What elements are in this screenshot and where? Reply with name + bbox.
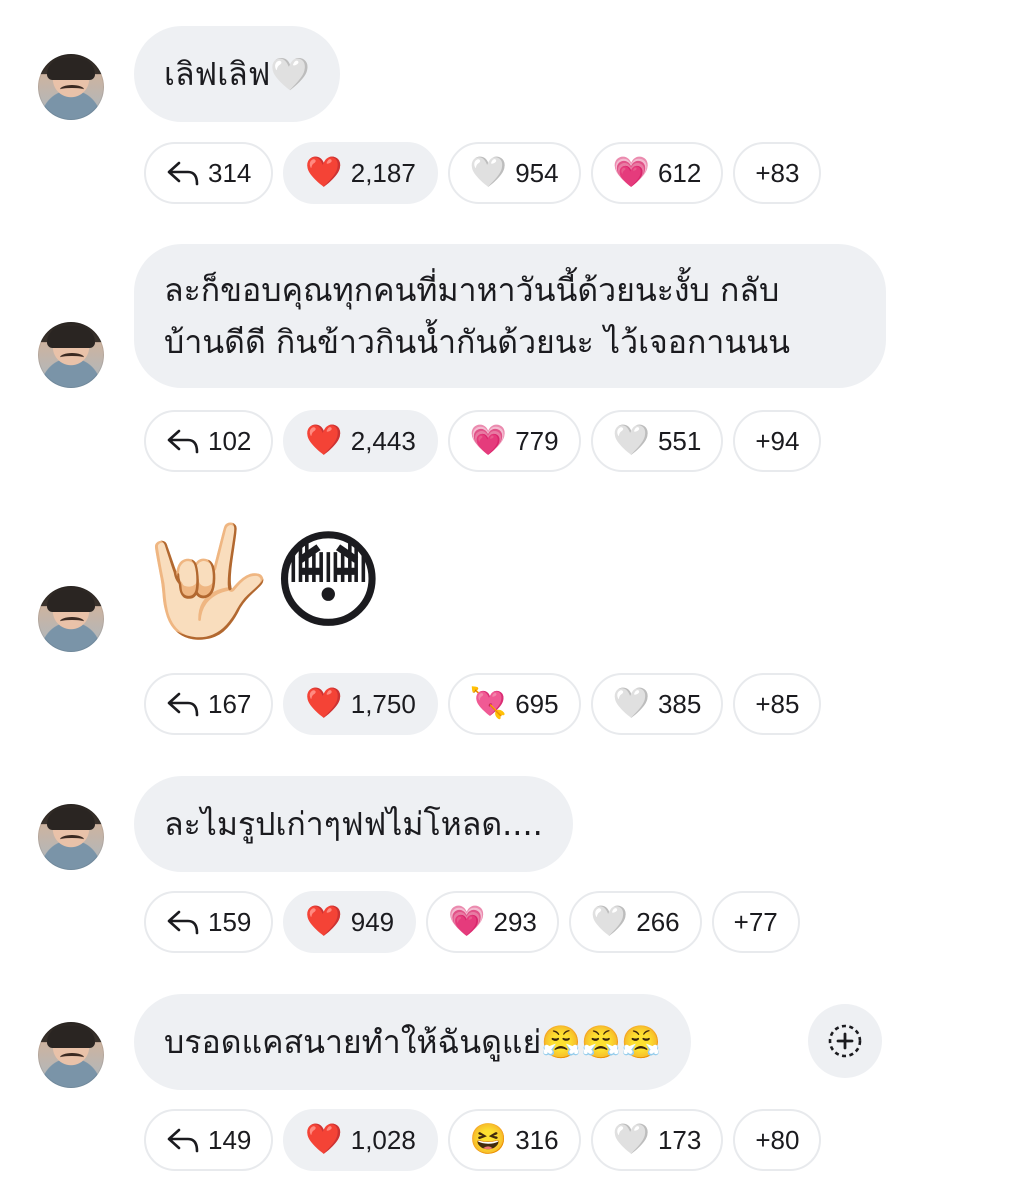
reaction-pill[interactable]: ❤️ 1,750 bbox=[283, 673, 438, 735]
reaction-row: 159 ❤️ 949 💗 293 🤍 266 +77 bbox=[144, 891, 800, 953]
reaction-pill[interactable]: 💗 293 bbox=[426, 891, 559, 953]
reply-arrow-icon bbox=[167, 429, 199, 454]
message-bubble[interactable]: เลิฟเลิฟ🤍 bbox=[134, 26, 341, 122]
reaction-count: 385 bbox=[657, 688, 702, 719]
avatar[interactable] bbox=[38, 322, 104, 388]
white-heart-icon: 🤍 bbox=[612, 687, 650, 720]
reaction-row: 149 ❤️ 1,028 😆 316 🤍 173 +80 bbox=[144, 1109, 822, 1171]
reaction-row: 314 ❤️ 2,187 🤍 954 💗 612 +83 bbox=[144, 142, 822, 204]
reply-count: 102 bbox=[208, 425, 252, 456]
reply-button[interactable]: 149 bbox=[144, 1109, 274, 1171]
reaction-count: 1,028 bbox=[350, 1124, 416, 1155]
white-heart-icon: 🤍 bbox=[469, 156, 508, 189]
reply-count: 159 bbox=[208, 906, 252, 937]
reaction-pill[interactable]: 🤍 385 bbox=[590, 673, 724, 735]
reply-arrow-icon bbox=[167, 910, 199, 935]
heart-with-arrow-icon: 💘 bbox=[469, 687, 508, 720]
reaction-pill[interactable]: ❤️ 2,443 bbox=[283, 410, 438, 472]
reaction-count: 612 bbox=[657, 157, 702, 188]
add-reaction-button[interactable] bbox=[808, 1004, 882, 1078]
more-reactions-button[interactable]: +85 bbox=[733, 673, 822, 735]
reaction-count: 1,750 bbox=[350, 688, 416, 719]
reaction-pill[interactable]: 🤍 173 bbox=[590, 1109, 724, 1171]
more-reactions-button[interactable]: +94 bbox=[733, 410, 822, 472]
add-reaction-icon bbox=[828, 1024, 862, 1058]
more-reactions-count: +94 bbox=[755, 425, 800, 456]
growing-heart-icon: 💗 bbox=[469, 424, 508, 457]
reaction-count: 2,443 bbox=[350, 425, 416, 456]
more-reactions-count: +85 bbox=[755, 688, 800, 719]
reaction-count: 779 bbox=[515, 425, 559, 456]
red-heart-icon: ❤️ bbox=[305, 1123, 343, 1156]
reaction-count: 316 bbox=[515, 1124, 559, 1155]
red-heart-icon: ❤️ bbox=[305, 156, 343, 189]
reply-arrow-icon bbox=[167, 161, 199, 186]
white-heart-icon: 🤍 bbox=[612, 424, 650, 457]
reaction-row: 167 ❤️ 1,750 💘 695 🤍 385 +85 bbox=[144, 673, 822, 735]
pink-heart-icon: 💗 bbox=[448, 905, 486, 938]
message-bubble[interactable]: ละไมรูปเก่าๆฟฟไม่โหลด.... bbox=[134, 776, 573, 872]
avatar[interactable] bbox=[38, 1022, 104, 1088]
message-text: บรอดแคสนายทำให้ฉันดูแย่😤😤😤 bbox=[164, 1023, 661, 1061]
growing-heart-icon: 💗 bbox=[612, 156, 650, 189]
red-heart-icon: ❤️ bbox=[305, 905, 343, 938]
message-text-line: ละก็ขอบคุณทุกคนที่มาหาวันนี้ด้วยนะงั้บ ก… bbox=[164, 271, 780, 309]
reply-count: 149 bbox=[208, 1124, 252, 1155]
reply-button[interactable]: 314 bbox=[144, 142, 274, 204]
reply-button[interactable]: 159 bbox=[144, 891, 274, 953]
red-heart-icon: ❤️ bbox=[305, 687, 343, 720]
reaction-count: 293 bbox=[493, 906, 537, 937]
message-bubble[interactable]: ละก็ขอบคุณทุกคนที่มาหาวันนี้ด้วยนะงั้บ ก… bbox=[134, 244, 886, 388]
reaction-count: 695 bbox=[515, 688, 559, 719]
reaction-count: 173 bbox=[657, 1124, 702, 1155]
reaction-pill[interactable]: 💘 695 bbox=[447, 673, 581, 735]
avatar[interactable] bbox=[38, 804, 104, 870]
more-reactions-count: +77 bbox=[733, 906, 778, 937]
red-heart-icon: ❤️ bbox=[305, 424, 343, 457]
message-text-line: บ้านดีดี กินข้าวกินน้ำกันด้วยนะ ไว้เจอกา… bbox=[164, 323, 790, 361]
message-text: เลิฟเลิฟ🤍 bbox=[164, 55, 311, 93]
reaction-pill[interactable]: 😆 316 bbox=[447, 1109, 581, 1171]
message-text: ละไมรูปเก่าๆฟฟไม่โหลด.... bbox=[164, 805, 543, 843]
reaction-count: 2,187 bbox=[350, 157, 416, 188]
white-heart-icon: 🤍 bbox=[612, 1123, 650, 1156]
reaction-pill[interactable]: 🤍 266 bbox=[568, 891, 702, 953]
message-bubble[interactable]: บรอดแคสนายทำให้ฉันดูแย่😤😤😤 bbox=[134, 994, 691, 1090]
love-you-gesture-emoji[interactable]: 🤟🏻 bbox=[138, 528, 272, 636]
reaction-pill[interactable]: 💗 612 bbox=[590, 142, 724, 204]
reaction-count: 266 bbox=[636, 906, 680, 937]
white-heart-icon: 🤍 bbox=[590, 905, 629, 938]
avatar[interactable] bbox=[38, 54, 104, 120]
more-reactions-count: +83 bbox=[755, 157, 800, 188]
reaction-pill[interactable]: ❤️ 2,187 bbox=[283, 142, 438, 204]
reaction-count: 949 bbox=[350, 906, 395, 937]
avatar[interactable] bbox=[38, 586, 104, 652]
reply-arrow-icon bbox=[167, 1128, 199, 1153]
reaction-pill[interactable]: 💗 779 bbox=[447, 410, 581, 472]
more-reactions-button[interactable]: +80 bbox=[733, 1109, 822, 1171]
reaction-count: 954 bbox=[515, 157, 559, 188]
reaction-pill[interactable]: 🤍 551 bbox=[590, 410, 724, 472]
reply-button[interactable]: 102 bbox=[144, 410, 274, 472]
flushed-face-emoji[interactable]: 😳 bbox=[272, 528, 385, 636]
laughing-face-icon: 😆 bbox=[469, 1123, 508, 1156]
reaction-pill[interactable]: 🤍 954 bbox=[447, 142, 581, 204]
reply-arrow-icon bbox=[167, 692, 199, 717]
more-reactions-count: +80 bbox=[755, 1124, 800, 1155]
reaction-pill[interactable]: ❤️ 1,028 bbox=[283, 1109, 438, 1171]
more-reactions-button[interactable]: +83 bbox=[733, 142, 822, 204]
reply-count: 314 bbox=[208, 157, 252, 188]
reply-count: 167 bbox=[208, 688, 252, 719]
reply-button[interactable]: 167 bbox=[144, 673, 274, 735]
reaction-row: 102 ❤️ 2,443 💗 779 🤍 551 +94 bbox=[144, 410, 822, 472]
reaction-count: 551 bbox=[657, 425, 702, 456]
reaction-pill[interactable]: ❤️ 949 bbox=[283, 891, 417, 953]
more-reactions-button[interactable]: +77 bbox=[711, 891, 800, 953]
